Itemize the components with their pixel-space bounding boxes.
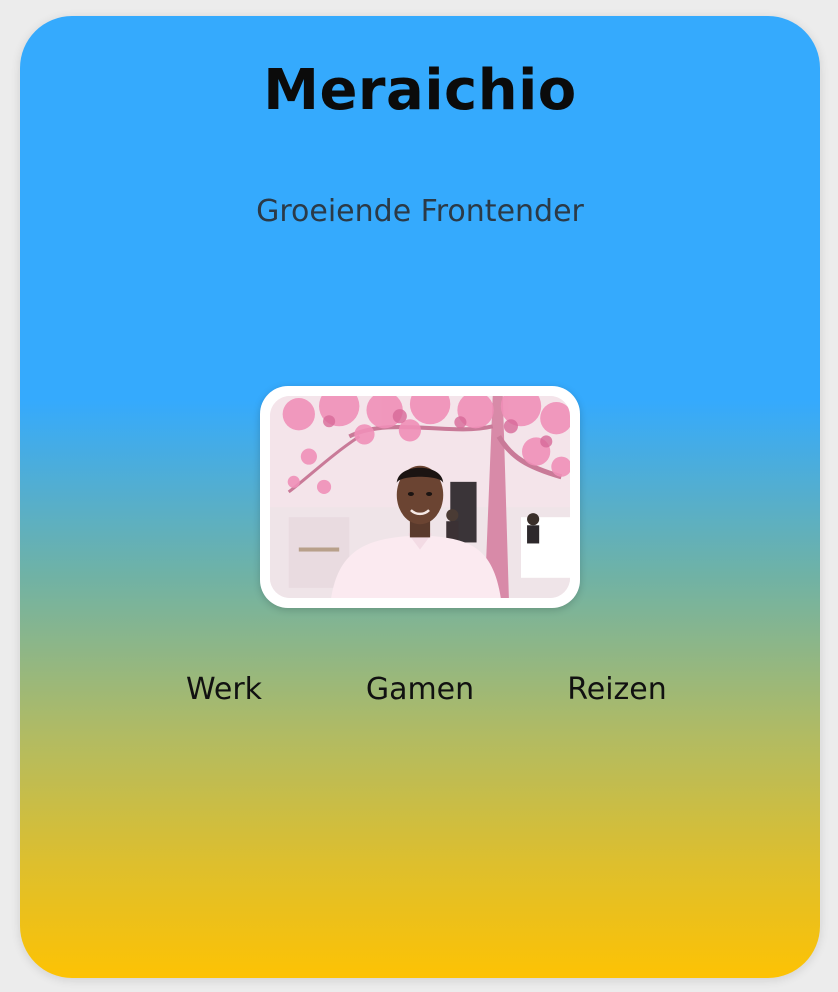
profile-photo-illustration <box>270 396 570 598</box>
hobby-link-werk[interactable]: Werk <box>154 672 294 707</box>
profile-tagline: Groeiende Frontender <box>256 194 584 229</box>
profile-card: Meraichio Groeiende Frontender Werk Game… <box>20 16 820 978</box>
hobby-link-gamen[interactable]: Gamen <box>350 672 490 707</box>
profile-photo-frame <box>260 386 580 608</box>
hobby-list: Werk Gamen Reizen <box>20 672 820 712</box>
hobby-link-reizen[interactable]: Reizen <box>547 672 687 707</box>
profile-name: Meraichio <box>263 58 577 123</box>
profile-photo <box>270 396 570 598</box>
